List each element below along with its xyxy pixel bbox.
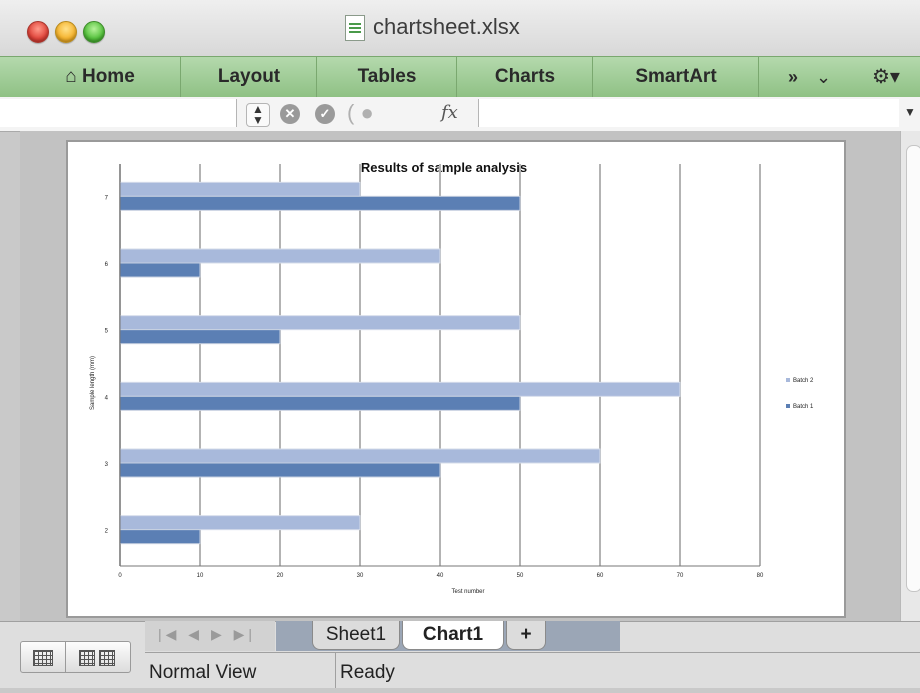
confirm-formula-button[interactable]: ✓ [315, 104, 335, 124]
y-axis-label: Sample length (mm) [90, 356, 96, 410]
x-tick-label: 40 [437, 573, 444, 579]
ready-status: Ready [332, 652, 920, 688]
sheet-nav-arrows-icon[interactable]: |◀ ◀ ▶ ▶| [158, 626, 256, 643]
sheet-tab-chart1[interactable]: Chart1 [402, 621, 504, 650]
y-tick-label: 5 [105, 329, 109, 335]
bar-batch1 [119, 329, 281, 345]
bar-batch2 [119, 248, 441, 264]
x-tick-label: 10 [197, 573, 204, 579]
y-tick-label: 7 [105, 195, 109, 201]
x-tick-label: 60 [597, 573, 604, 579]
bar-batch2 [119, 448, 601, 464]
cancel-formula-button[interactable]: ✕ [280, 104, 300, 124]
page-icon [99, 650, 115, 666]
bar-batch2 [119, 181, 361, 197]
tab-charts[interactable]: Charts [458, 57, 593, 97]
chart[interactable]: Results of sample analysis 0 10 20 30 40 50 60 7… [68, 142, 840, 612]
gear-icon[interactable]: ⚙▾ [872, 57, 900, 97]
x-tick-label: 0 [118, 573, 122, 579]
legend-label: Batch 2 [793, 378, 814, 384]
grid-icon [33, 650, 53, 666]
bar-batch1 [119, 195, 521, 211]
x-tick-label: 70 [677, 573, 684, 579]
close-window-button[interactable] [27, 21, 49, 43]
name-box[interactable] [0, 99, 237, 127]
tab-home[interactable]: ⌂ Home [20, 57, 181, 97]
x-tick-label: 30 [357, 573, 364, 579]
x-tick-label: 20 [277, 573, 284, 579]
chart-title: Results of sample analysis [361, 160, 527, 175]
function-paren-icon[interactable]: ( ● [347, 100, 374, 126]
tab-layout[interactable]: Layout [182, 57, 317, 97]
legend-label: Batch 1 [793, 404, 814, 410]
normal-view-button[interactable] [20, 641, 66, 673]
bar-batch2 [119, 381, 681, 397]
title-bar: chartsheet.xlsx [0, 0, 920, 57]
view-status: Normal View [145, 652, 336, 688]
bar-batch1 [119, 262, 201, 278]
tab-home-label: Home [81, 66, 135, 87]
formula-input[interactable] [478, 99, 899, 127]
tab-smartart[interactable]: SmartArt [594, 57, 759, 97]
home-icon: ⌂ [65, 66, 82, 87]
chevron-down-icon[interactable]: ⌄ [816, 57, 831, 97]
legend-swatch [786, 378, 790, 382]
page-icon [79, 650, 95, 666]
sheet-tab-sheet1[interactable]: Sheet1 [312, 621, 400, 650]
add-sheet-button[interactable]: + [506, 621, 546, 650]
ribbon-tabs: ⌂ Home Layout Tables Charts SmartArt » ⌄… [0, 56, 920, 98]
more-tabs-button[interactable]: » [788, 57, 798, 97]
bar-batch1 [119, 462, 441, 478]
bar-batch1 [119, 395, 521, 411]
x-axis-label: Test number [451, 589, 484, 595]
window-title: chartsheet.xlsx [373, 14, 520, 39]
bar-batch2 [119, 315, 521, 331]
x-tick-label: 80 [757, 573, 764, 579]
bar-batch1 [119, 529, 201, 545]
y-tick-label: 2 [105, 529, 109, 535]
minimize-window-button[interactable] [55, 21, 77, 43]
y-tick-label: 6 [105, 262, 109, 268]
scrollbar-thumb[interactable] [906, 145, 920, 592]
bar-batch2 [119, 515, 361, 531]
y-tick-label: 4 [105, 395, 109, 401]
insert-function-button[interactable]: fx [441, 102, 458, 123]
y-tick-label: 3 [105, 462, 109, 468]
chevron-down-icon[interactable]: ▼ [904, 105, 916, 119]
zoom-window-button[interactable] [83, 21, 105, 43]
name-box-stepper[interactable]: ▲ ▼ [246, 103, 270, 127]
legend-swatch [786, 404, 790, 408]
spreadsheet-document-icon [345, 15, 365, 41]
formula-bar: ▲ ▼ ✕ ✓ ( ● fx ▼ [0, 97, 920, 132]
x-tick-label: 50 [517, 573, 524, 579]
page-layout-view-button[interactable] [65, 641, 131, 673]
tab-tables[interactable]: Tables [318, 57, 457, 97]
